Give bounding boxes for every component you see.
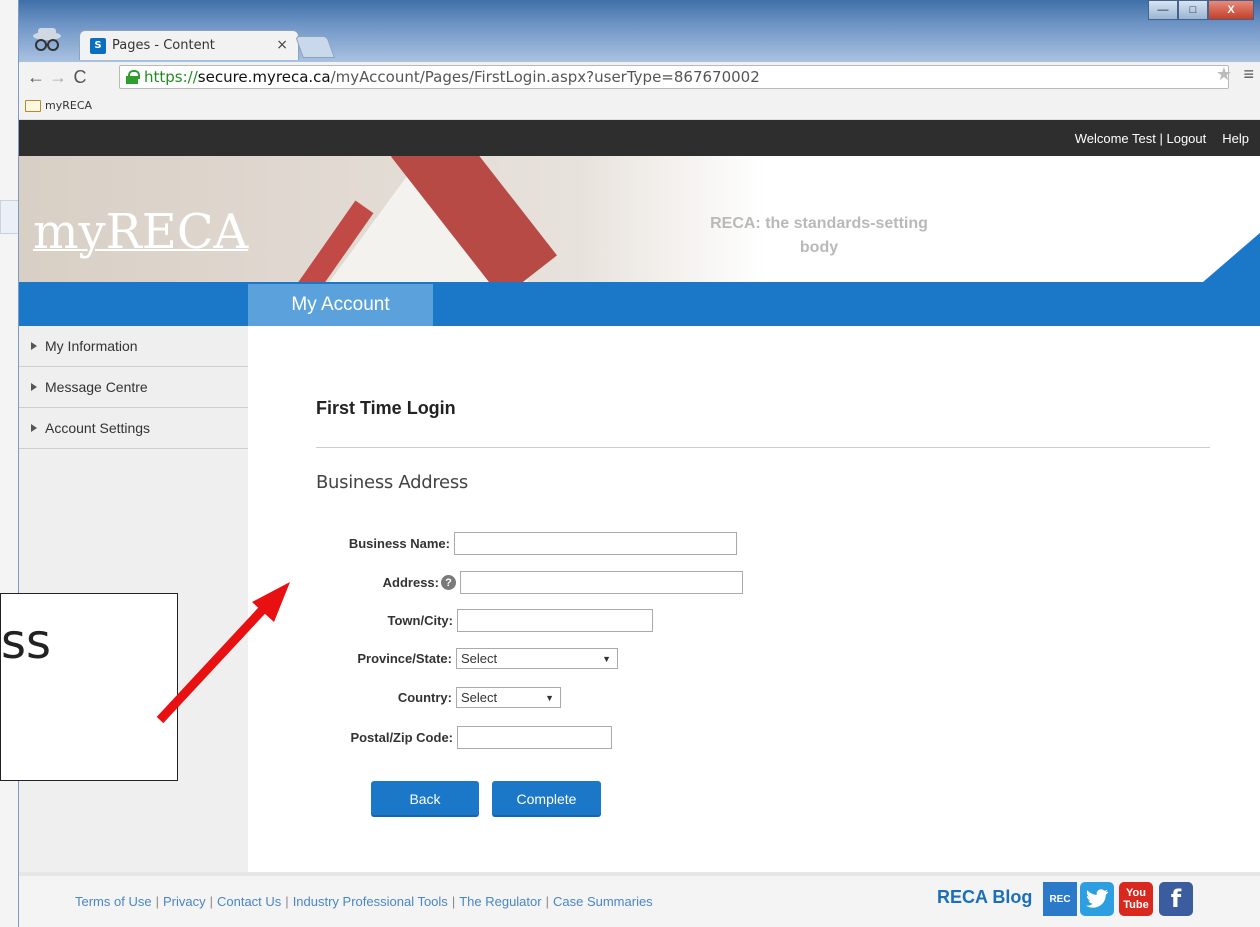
sidebar-item-my-information[interactable]: My Information (19, 326, 248, 367)
back-arrow-icon[interactable]: ← (25, 67, 47, 88)
red-arrow-icon (156, 582, 290, 724)
back-button[interactable]: Back (371, 781, 479, 817)
tab-strip: S Pages - Content × — □ X (19, 0, 1260, 62)
postal-code-row: Postal/Zip Code: (318, 726, 612, 749)
help-link[interactable]: Help (1222, 131, 1249, 146)
footer-link-privacy[interactable]: Privacy (163, 894, 206, 909)
town-city-row: Town/City: (318, 609, 653, 632)
maximize-button[interactable]: □ (1178, 0, 1208, 20)
address-row: Address: ? (318, 571, 743, 594)
menu-icon[interactable]: ≡ (1243, 64, 1254, 85)
url-field[interactable]: https://secure.myreca.ca/myAccount/Pages… (119, 65, 1229, 89)
sharepoint-icon: S (90, 37, 106, 54)
footer-separator: | (209, 894, 213, 909)
window-controls: — □ X (1148, 0, 1254, 20)
town-city-input[interactable] (457, 609, 653, 632)
country-row: Country: Select ▼ (318, 687, 561, 708)
footer-link-industry-tools[interactable]: Industry Professional Tools (293, 894, 448, 909)
business-name-label: Business Name: (348, 536, 450, 551)
postal-code-label: Postal/Zip Code: (350, 730, 453, 745)
facebook-icon[interactable]: f (1159, 882, 1193, 916)
footer-separator: | (451, 894, 456, 909)
sidebar-item-label: Account Settings (45, 420, 151, 436)
bookmark-star-icon[interactable]: ★ (1216, 64, 1232, 85)
url-domain: secure.myreca.ca (197, 68, 331, 86)
town-city-label: Town/City: (387, 613, 453, 628)
forward-arrow-icon[interactable]: → (47, 67, 69, 88)
postal-code-input[interactable] (457, 726, 612, 749)
reca-blog-icon[interactable]: REC (1043, 882, 1077, 916)
web-page: Welcome Test | Logout Help myRECA RECA: … (19, 120, 1260, 927)
divider (316, 447, 1210, 448)
youtube-icon[interactable]: You Tube (1119, 882, 1153, 916)
tab-close-icon[interactable]: × (276, 37, 288, 53)
business-name-input[interactable] (454, 532, 737, 555)
sidebar-item-label: Message Centre (45, 379, 148, 395)
address-bar: ← → C https://secure.myreca.ca/myAccount… (19, 62, 1260, 92)
youtube-text-bottom: Tube (1123, 899, 1149, 911)
country-label: Country: (397, 690, 452, 705)
reca-blog-link[interactable]: RECA Blog (937, 887, 1032, 908)
footer-separator: | (285, 894, 289, 909)
banner-corner (1203, 232, 1260, 282)
bookmarks-bar: myRECA (19, 92, 1260, 120)
dropdown-arrow-icon: ▼ (602, 653, 611, 664)
minimize-button[interactable]: — (1148, 0, 1178, 20)
footer: Terms of Use | Privacy | Contact Us | Industry… (19, 872, 1260, 927)
annotation-callout-text: ss (1, 614, 52, 670)
address-label-wrap: Address: ? (318, 575, 456, 590)
tab-title: Pages - Content (112, 38, 215, 53)
business-name-row: Business Name: (318, 532, 737, 555)
province-state-label: Province/State: (357, 651, 452, 666)
new-tab-button[interactable] (294, 36, 336, 58)
triangle-right-icon (31, 342, 37, 350)
twitter-icon[interactable] (1080, 882, 1114, 916)
lock-icon (126, 70, 140, 84)
footer-link-terms[interactable]: Terms of Use (75, 894, 152, 909)
page-title: First Time Login (316, 398, 456, 418)
triangle-right-icon (31, 383, 37, 391)
top-nav: Welcome Test | Logout Help (19, 120, 1260, 156)
sidebar-item-account-settings[interactable]: Account Settings (19, 408, 248, 449)
main-nav-bar: My Account (19, 282, 1260, 326)
help-question-icon[interactable]: ? (441, 575, 456, 590)
complete-button[interactable]: Complete (492, 781, 601, 817)
dropdown-arrow-icon: ▼ (545, 692, 554, 703)
main-panel: First Time Login Business Address Busine… (248, 326, 1260, 872)
country-value: Select (461, 690, 498, 705)
browser-window: S Pages - Content × — □ X ← → C https://… (18, 0, 1260, 927)
bookmark-myreca[interactable]: myRECA (45, 99, 92, 112)
section-title: Business Address (316, 472, 468, 493)
myreca-logo[interactable]: myRECA (33, 204, 248, 260)
province-state-select[interactable]: Select ▼ (456, 648, 618, 669)
url-scheme: https:// (144, 68, 198, 86)
reload-icon[interactable]: C (69, 67, 91, 88)
footer-separator: | (155, 894, 159, 909)
province-state-value: Select (461, 651, 498, 666)
folder-icon (25, 99, 41, 112)
tab-my-account[interactable]: My Account (248, 284, 433, 326)
welcome-logout-link[interactable]: Welcome Test | Logout (1075, 131, 1207, 146)
footer-link-case-summaries[interactable]: Case Summaries (553, 894, 653, 909)
footer-separator: | (545, 894, 549, 909)
country-select[interactable]: Select ▼ (456, 687, 561, 708)
footer-link-contact[interactable]: Contact Us (217, 894, 281, 909)
sidebar-item-label: My Information (45, 338, 138, 354)
footer-link-regulator[interactable]: The Regulator (459, 894, 541, 909)
close-window-button[interactable]: X (1208, 0, 1254, 20)
url-path: /myAccount/Pages/FirstLogin.aspx?userTyp… (330, 68, 760, 86)
banner: myRECA RECA: the standards-setting body (19, 156, 1260, 282)
browser-tab[interactable]: S Pages - Content × (79, 30, 299, 60)
tagline: RECA: the standards-setting body (710, 215, 928, 256)
footer-links: Terms of Use | Privacy | Contact Us | Industry… (75, 894, 653, 909)
sidebar-item-message-centre[interactable]: Message Centre (19, 367, 248, 408)
triangle-right-icon (31, 424, 37, 432)
address-input[interactable] (460, 571, 743, 594)
province-state-row: Province/State: Select ▼ (318, 648, 618, 669)
twitter-bird-icon (1086, 889, 1108, 908)
incognito-icon (33, 28, 61, 51)
address-label: Address: (382, 575, 439, 590)
youtube-text-top: You (1126, 887, 1146, 899)
